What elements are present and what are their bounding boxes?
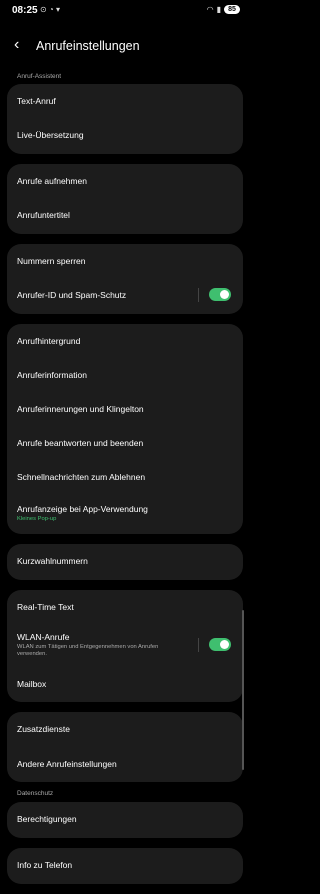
card-recording: Anrufe aufnehmen Anrufuntertitel [7,164,243,234]
toggle-knob [220,640,229,649]
status-bar: 08:25 ⊙ ◔ ▾ ◠ ▮ 85 [0,0,250,22]
card-call-settings: Anrufhintergrund Anruferinformation Anru… [7,324,243,534]
card-assistant: Text-Anruf Live-Übersetzung [7,84,243,154]
card-about: Info zu Telefon [7,848,243,884]
section-label-assistant: Anruf-Assistent [17,73,62,80]
status-right-icons: ◠ ▮ 85 [207,5,240,14]
card-speed-dial: Kurzwahlnummern [7,544,243,580]
card-calling-options: Real-Time Text WLAN-Anrufe WLAN zum Täti… [7,590,243,702]
scrollbar[interactable] [242,610,244,770]
toggle-knob [220,290,229,299]
page-title: Anrufeinstellungen [36,39,140,53]
battery-icon: 85 [224,5,240,14]
card-permissions: Berechtigungen [7,802,243,838]
toggle-divider [198,638,199,652]
card-services: Zusatzdienste Andere Anrufeinstellungen [7,712,243,782]
caller-id-toggle[interactable] [209,288,231,301]
wifi-icon: ◠ [206,5,214,14]
call-display-subtitle: Kleines Pop-up [17,516,57,522]
wifi-calls-toggle[interactable] [209,638,231,651]
app-header: ‹ Anrufeinstellungen [0,30,250,60]
wifi-calls-subtitle: WLAN zum Tätigen und Entgegennehmen von … [17,644,159,657]
toggle-divider [198,288,199,302]
signal-icon: ▮ [216,5,221,14]
status-time: 08:25 [12,5,38,16]
card-blocking: Nummern sperren Anrufer-ID und Spam-Schu… [7,244,243,314]
section-label-privacy: Datenschutz [17,790,54,797]
back-arrow-icon[interactable]: ‹ [14,36,19,54]
notification-icons: ⊙ ◔ ▾ [40,5,60,14]
